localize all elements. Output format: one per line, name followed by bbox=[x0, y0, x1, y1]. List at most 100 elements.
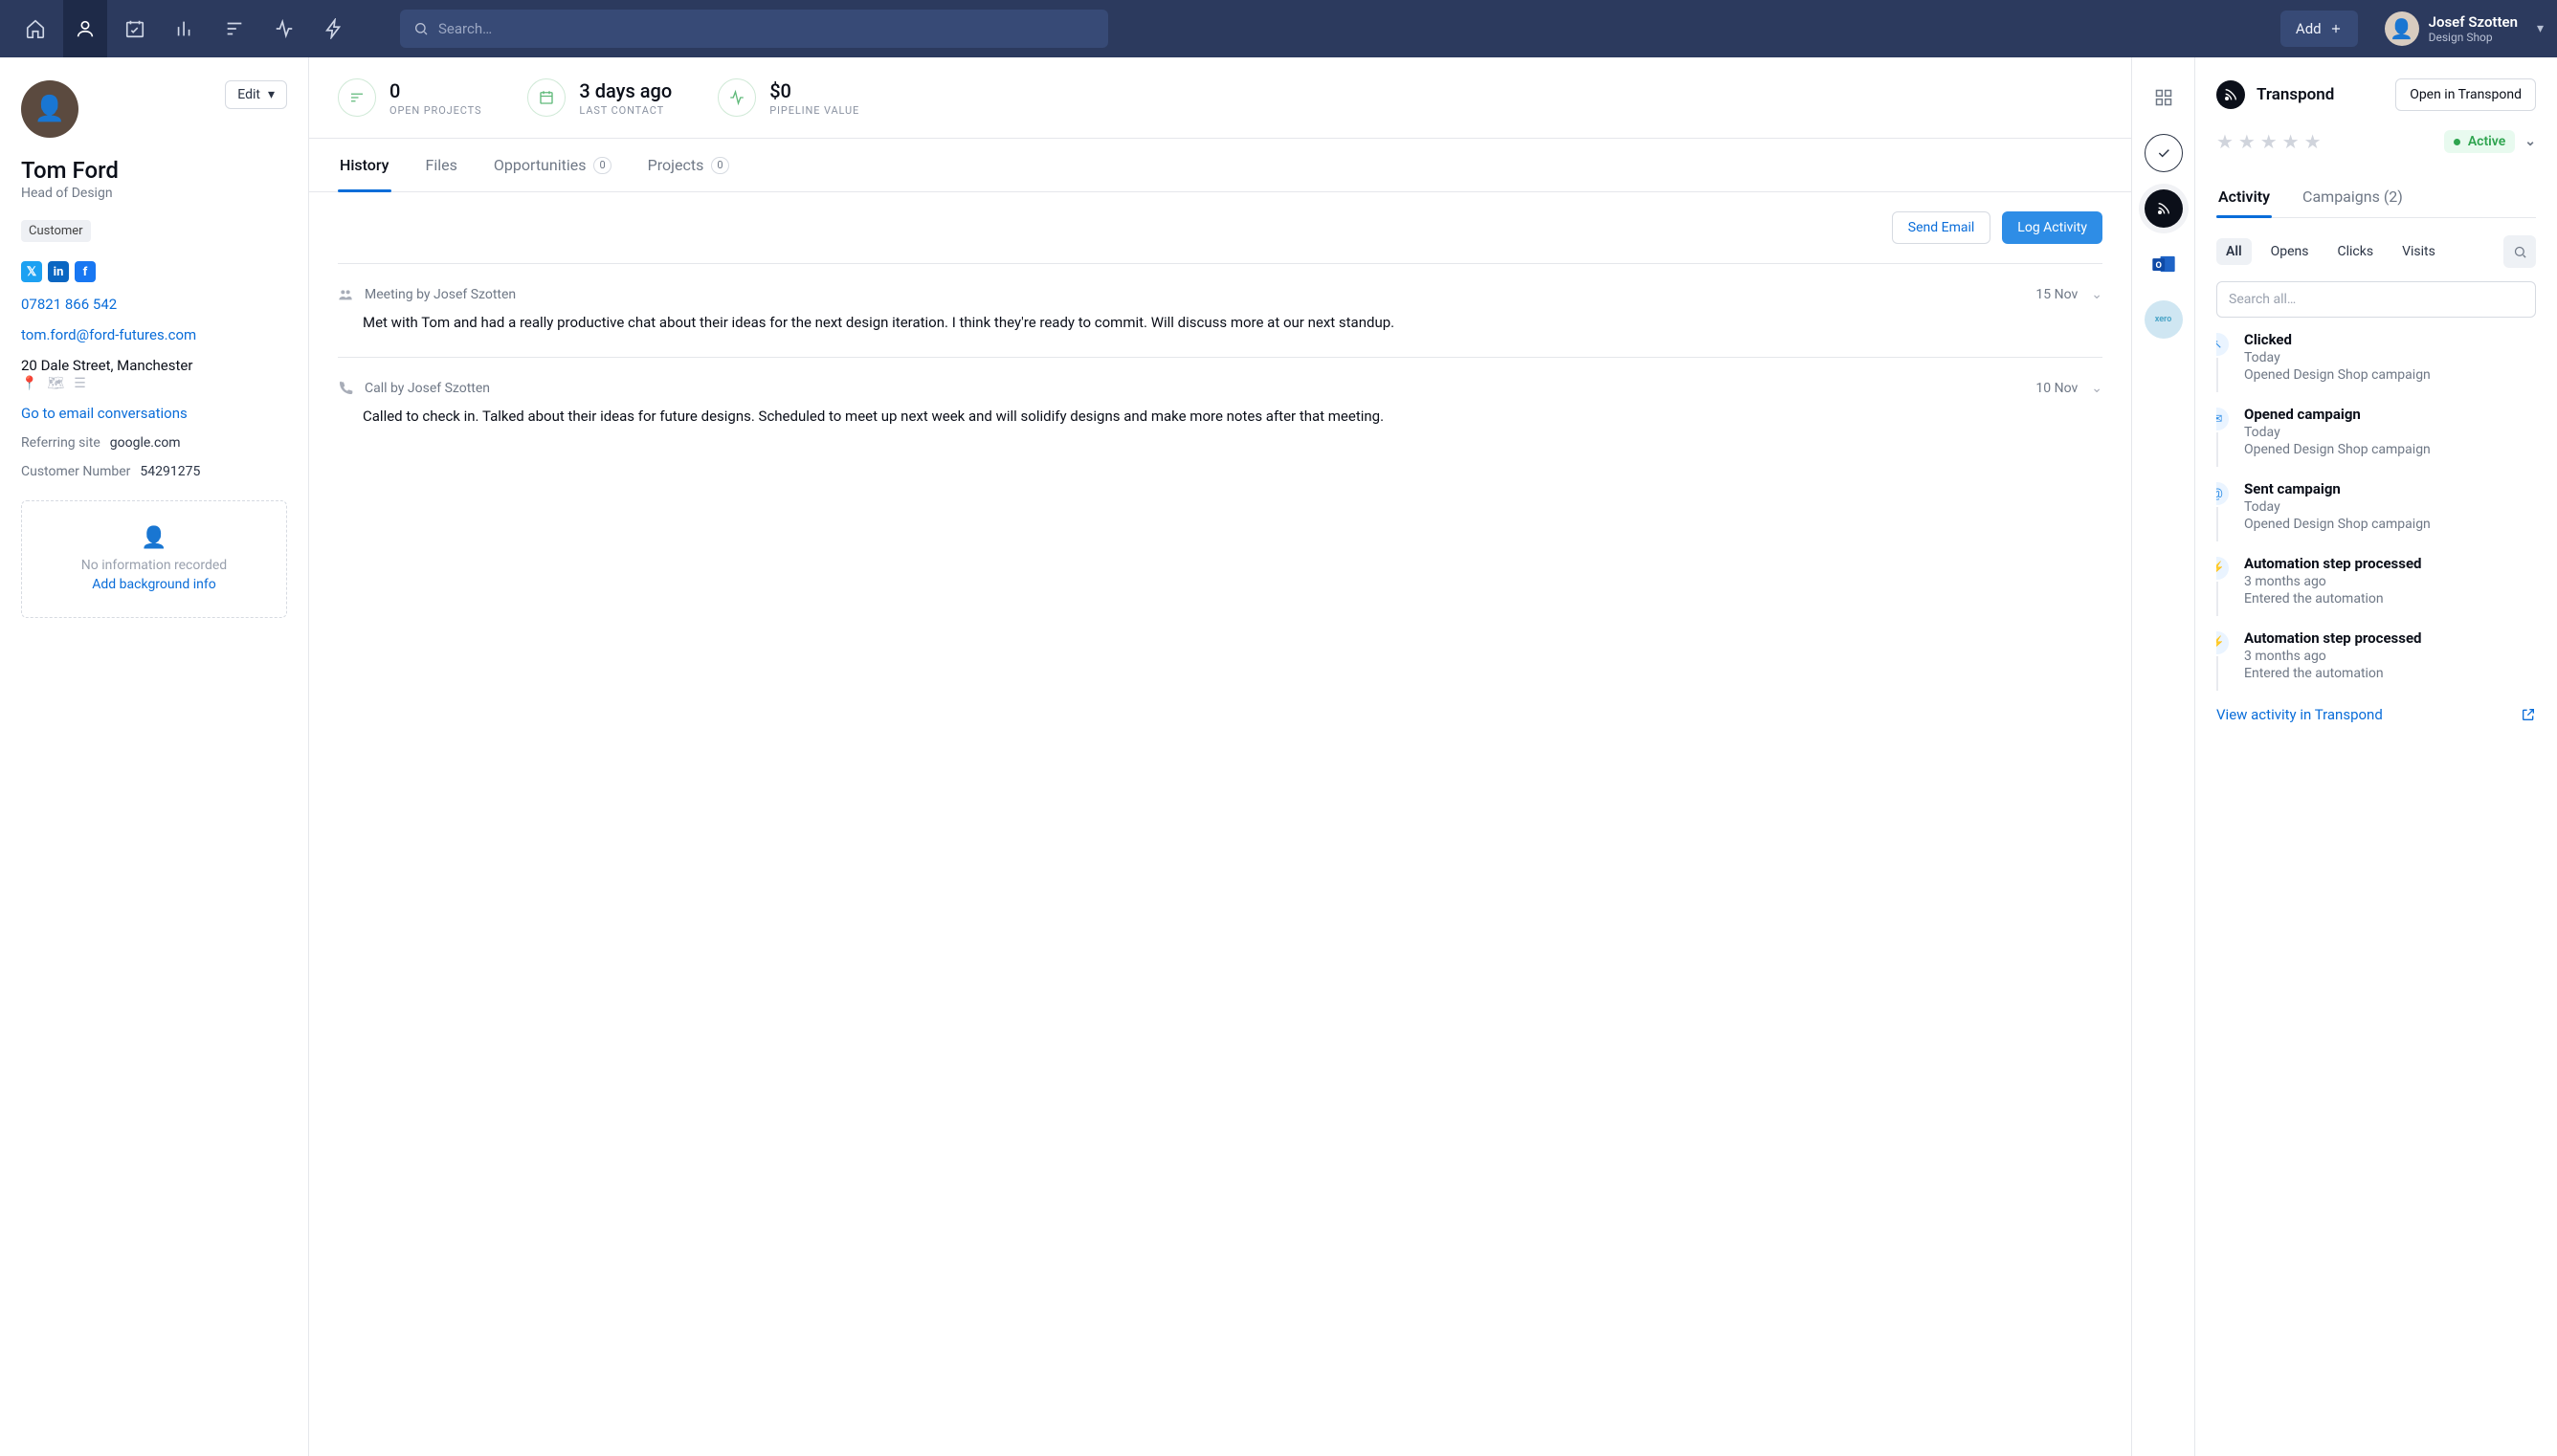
contact-sidebar: 👤 Edit ▾ Tom Ford Head of Design Custome… bbox=[0, 57, 309, 1456]
chevron-down-icon[interactable]: ⌄ bbox=[2091, 287, 2102, 302]
main-panel: 0 Open Projects 3 days ago Last Contact bbox=[309, 57, 2132, 1456]
filter-opens[interactable]: Opens bbox=[2261, 238, 2319, 265]
search-input[interactable] bbox=[438, 20, 1095, 37]
rail-outlook-icon[interactable]: O bbox=[2145, 245, 2183, 283]
rail-apps-icon[interactable] bbox=[2145, 78, 2183, 117]
linkedin-icon[interactable]: in bbox=[48, 261, 69, 282]
cursor-icon: ↖ bbox=[2216, 331, 2231, 358]
edit-button[interactable]: Edit ▾ bbox=[225, 80, 287, 109]
contact-avatar: 👤 bbox=[21, 80, 78, 138]
customer-number-value: 54291275 bbox=[140, 464, 200, 479]
user-menu[interactable]: 👤 Josef Szotten Design Shop ▾ bbox=[2385, 11, 2544, 46]
timeline-entry[interactable]: Call by Josef Szotten 10 Nov ⌄ Called to… bbox=[338, 357, 2102, 451]
svg-text:O: O bbox=[2155, 260, 2162, 271]
chevron-down-icon: ▾ bbox=[268, 87, 275, 102]
entry-title: Call by Josef Szotten bbox=[365, 381, 490, 396]
pipeline-label: Pipeline Value bbox=[769, 104, 859, 117]
add-background-link[interactable]: Add background info bbox=[32, 577, 277, 592]
tab-activity[interactable]: Activity bbox=[2216, 176, 2272, 217]
filter-all[interactable]: All bbox=[2216, 238, 2252, 265]
filter-clicks[interactable]: Clicks bbox=[2328, 238, 2384, 265]
tab-campaigns[interactable]: Campaigns (2) bbox=[2301, 176, 2405, 217]
feed-item[interactable]: ⚡ Automation step processed 3 months ago… bbox=[2216, 629, 2536, 691]
activity-search-input[interactable] bbox=[2229, 292, 2524, 307]
integrations-rail: O xero bbox=[2132, 57, 2195, 1456]
nav-tasks-icon[interactable] bbox=[212, 0, 256, 57]
list-icon[interactable]: ☰ bbox=[74, 376, 86, 391]
contact-title: Head of Design bbox=[21, 186, 287, 201]
person-add-icon: 👤 bbox=[32, 526, 277, 550]
nav-calendar-icon[interactable] bbox=[113, 0, 157, 57]
timeline-entry[interactable]: Meeting by Josef Szotten 15 Nov ⌄ Met wi… bbox=[338, 263, 2102, 357]
chevron-down-icon: ⌄ bbox=[2524, 134, 2536, 149]
open-in-transpond-button[interactable]: Open in Transpond bbox=[2395, 78, 2536, 111]
tab-opportunities[interactable]: Opportunities 0 bbox=[492, 139, 613, 191]
meeting-icon bbox=[338, 287, 353, 302]
stats-row: 0 Open Projects 3 days ago Last Contact bbox=[309, 57, 2131, 139]
customer-number-label: Customer Number bbox=[21, 464, 130, 479]
pin-icon[interactable]: 📍 bbox=[21, 376, 37, 391]
main-tabs: History Files Opportunities 0 Projects 0 bbox=[309, 139, 2131, 192]
rail-tasks-icon[interactable] bbox=[2145, 134, 2183, 172]
search-icon bbox=[413, 21, 429, 36]
activity-feed: ↖ Clicked Today Opened Design Shop campa… bbox=[2216, 331, 2536, 691]
transpond-panel: Transpond Open in Transpond ★ ★ ★ ★ ★ Ac… bbox=[2195, 57, 2557, 1456]
open-projects-value: 0 bbox=[389, 79, 481, 102]
feed-item[interactable]: ⚡ Automation step processed 3 months ago… bbox=[2216, 555, 2536, 616]
chevron-down-icon: ▾ bbox=[2537, 21, 2544, 36]
pipeline-stat-icon bbox=[718, 78, 756, 117]
entry-body: Met with Tom and had a really productive… bbox=[363, 312, 2102, 334]
nav-contacts-icon[interactable] bbox=[63, 0, 107, 57]
at-icon: @ bbox=[2216, 480, 2231, 507]
contact-phone[interactable]: 07821 866 542 bbox=[21, 296, 287, 313]
rail-transpond-icon[interactable] bbox=[2145, 189, 2183, 228]
rail-xero-icon[interactable]: xero bbox=[2145, 300, 2183, 339]
timeline: Meeting by Josef Szotten 15 Nov ⌄ Met wi… bbox=[309, 263, 2131, 452]
send-email-button[interactable]: Send Email bbox=[1892, 211, 1991, 244]
contact-address: 20 Dale Street, Manchester bbox=[21, 357, 287, 374]
map-icon[interactable]: 🗺 bbox=[47, 376, 64, 391]
transpond-title: Transpond bbox=[2257, 85, 2334, 104]
activity-search[interactable] bbox=[2216, 281, 2536, 318]
filter-visits[interactable]: Visits bbox=[2392, 238, 2445, 265]
email-conversations-link[interactable]: Go to email conversations bbox=[21, 405, 287, 422]
tab-history[interactable]: History bbox=[338, 139, 391, 191]
nav-home-icon[interactable] bbox=[13, 0, 57, 57]
log-activity-button[interactable]: Log Activity bbox=[2002, 211, 2102, 244]
entry-title: Meeting by Josef Szotten bbox=[365, 287, 516, 302]
customer-tag[interactable]: Customer bbox=[21, 220, 91, 242]
nav-automations-icon[interactable] bbox=[312, 0, 356, 57]
feed-item[interactable]: ↖ Clicked Today Opened Design Shop campa… bbox=[2216, 331, 2536, 392]
contact-email[interactable]: tom.ford@ford-futures.com bbox=[21, 326, 287, 343]
activity-search-button[interactable] bbox=[2503, 235, 2536, 268]
topbar: Add 👤 Josef Szotten Design Shop ▾ bbox=[0, 0, 2557, 57]
twitter-icon[interactable]: 𝕏 bbox=[21, 261, 42, 282]
background-box[interactable]: 👤 No information recorded Add background… bbox=[21, 500, 287, 618]
projects-count: 0 bbox=[711, 157, 728, 174]
feed-item[interactable]: ✉ Opened campaign Today Opened Design Sh… bbox=[2216, 406, 2536, 467]
last-contact-value: 3 days ago bbox=[579, 79, 672, 102]
plus-icon bbox=[2329, 22, 2343, 35]
referring-site-value: google.com bbox=[110, 435, 181, 451]
tab-projects[interactable]: Projects 0 bbox=[646, 139, 731, 191]
external-link-icon[interactable] bbox=[2521, 707, 2536, 722]
add-label: Add bbox=[2296, 20, 2322, 37]
status-dropdown[interactable]: Active ⌄ bbox=[2444, 130, 2536, 153]
global-search[interactable] bbox=[400, 10, 1108, 48]
facebook-icon[interactable]: f bbox=[75, 261, 96, 282]
bolt-icon: ⚡ bbox=[2216, 555, 2231, 582]
transpond-logo-icon bbox=[2216, 80, 2245, 109]
rating-stars[interactable]: ★ ★ ★ ★ ★ bbox=[2216, 130, 2322, 153]
entry-body: Called to check in. Talked about their i… bbox=[363, 406, 2102, 428]
add-button[interactable]: Add bbox=[2280, 11, 2358, 47]
nav-activity-icon[interactable] bbox=[262, 0, 306, 57]
nav-reports-icon[interactable] bbox=[163, 0, 207, 57]
chevron-down-icon[interactable]: ⌄ bbox=[2091, 381, 2102, 396]
view-in-transpond-link[interactable]: View activity in Transpond bbox=[2216, 706, 2383, 723]
opps-count: 0 bbox=[593, 157, 611, 174]
referring-site-label: Referring site bbox=[21, 435, 100, 451]
tab-files[interactable]: Files bbox=[424, 139, 459, 191]
feed-item[interactable]: @ Sent campaign Today Opened Design Shop… bbox=[2216, 480, 2536, 541]
user-org: Design Shop bbox=[2429, 31, 2518, 44]
last-contact-stat-icon bbox=[527, 78, 566, 117]
